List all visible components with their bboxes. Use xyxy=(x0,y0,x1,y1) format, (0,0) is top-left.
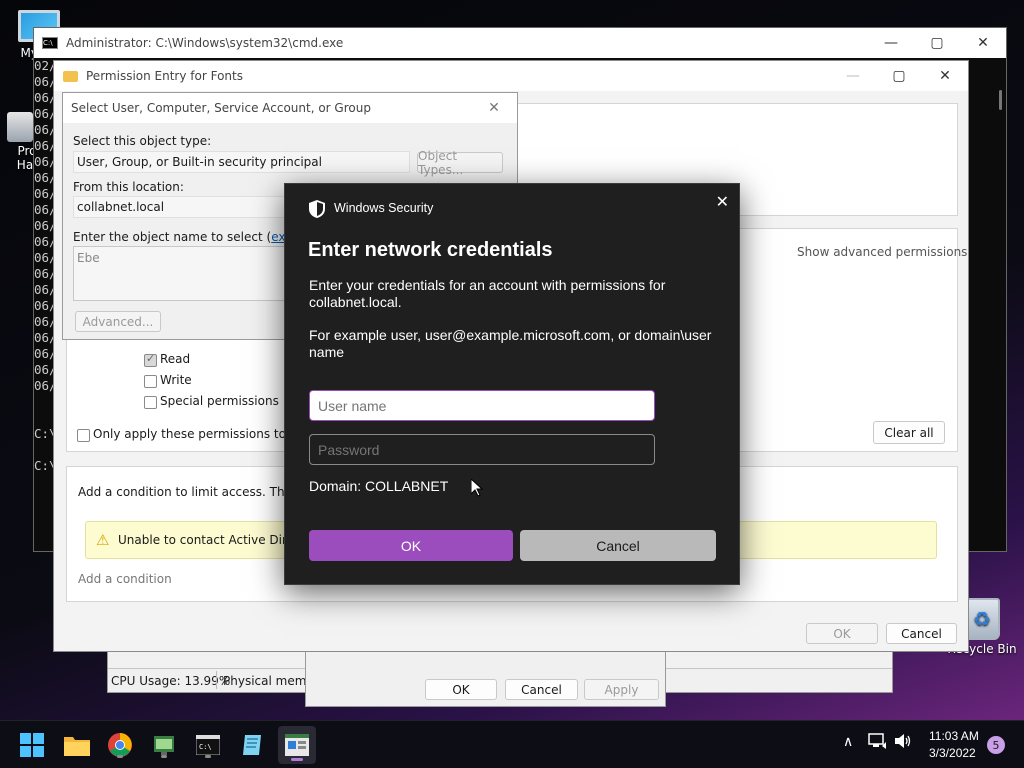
minimize-icon[interactable]: — xyxy=(868,28,914,58)
cmd-scrollbar[interactable] xyxy=(999,90,1002,110)
cmd-icon: C:\ xyxy=(42,37,58,49)
running-indicator xyxy=(291,758,303,761)
running-indicator xyxy=(117,755,123,758)
object-types-button[interactable]: Object Types... xyxy=(417,149,503,177)
status-divider xyxy=(216,671,217,689)
advanced-button[interactable]: Advanced... xyxy=(75,311,161,332)
warning-icon: ⚠ xyxy=(96,531,110,549)
file-explorer-button[interactable] xyxy=(61,729,93,761)
only-apply-label: Only apply these permissions to obje xyxy=(93,427,316,441)
shield-icon xyxy=(309,200,325,218)
write-label: Write xyxy=(160,373,192,387)
running-indicator xyxy=(205,755,211,758)
clear-all-button[interactable]: Clear all xyxy=(873,421,945,444)
network-icon[interactable] xyxy=(868,732,888,753)
mouse-cursor-icon xyxy=(470,477,484,500)
dialog-title: Enter network credentials xyxy=(308,239,553,261)
windows-logo-icon xyxy=(20,733,44,757)
apply-button[interactable]: Apply xyxy=(584,679,659,700)
ok-button[interactable]: OK xyxy=(806,623,878,644)
notepad-button[interactable] xyxy=(236,729,268,761)
server-manager-button[interactable] xyxy=(148,729,180,761)
close-icon[interactable]: ✕ xyxy=(922,61,968,91)
cmd-title: Administrator: C:\Windows\system32\cmd.e… xyxy=(66,36,344,50)
chevron-up-icon[interactable]: ∧ xyxy=(843,734,853,750)
object-type-field: User, Group, or Built-in security princi… xyxy=(73,151,410,173)
object-type-label: Select this object type: xyxy=(73,134,212,148)
terminal-icon: C:\ xyxy=(196,735,220,755)
maximize-icon[interactable]: ▢ xyxy=(876,61,922,91)
security-settings-button[interactable] xyxy=(278,726,316,764)
permission-entry-titlebar[interactable]: Permission Entry for Fonts — ▢ ✕ xyxy=(54,61,968,91)
enter-name-text: Enter the object name to select ( xyxy=(73,230,272,244)
password-input[interactable] xyxy=(309,434,655,465)
location-label: From this location: xyxy=(73,180,184,194)
volume-icon[interactable] xyxy=(894,733,912,752)
dialog-description: Enter your credentials for an account wi… xyxy=(309,277,666,310)
svg-text:C:\: C:\ xyxy=(199,743,212,751)
show-advanced-permissions-link[interactable]: Show advanced permissions xyxy=(797,245,967,259)
server-manager-icon xyxy=(154,736,174,755)
notepad-icon xyxy=(243,735,261,755)
credentials-dialog[interactable]: Windows Security ✕ Enter network credent… xyxy=(284,183,740,585)
dialog-example: For example user, user@example.microsoft… xyxy=(309,327,712,360)
chrome-button[interactable] xyxy=(104,729,136,761)
settings-window-icon xyxy=(285,734,309,756)
object-name-input[interactable]: Ebe xyxy=(73,246,285,301)
cancel-button[interactable]: Cancel xyxy=(520,530,716,561)
add-condition-link[interactable]: Add a condition xyxy=(78,572,172,586)
close-icon[interactable]: ✕ xyxy=(960,28,1006,58)
app-icon xyxy=(7,112,33,142)
physical-memory: Physical memo xyxy=(223,674,314,688)
domain-label: Domain: COLLABNET xyxy=(309,478,449,494)
permission-entry-title: Permission Entry for Fonts xyxy=(86,69,243,83)
only-apply-checkbox[interactable] xyxy=(77,429,90,442)
minimize-icon[interactable]: — xyxy=(830,61,876,91)
start-button[interactable] xyxy=(16,729,48,761)
special-permissions-checkbox[interactable] xyxy=(144,396,157,409)
cancel-button[interactable]: Cancel xyxy=(505,679,578,700)
cmd-titlebar[interactable]: C:\ Administrator: C:\Windows\system32\c… xyxy=(34,28,1006,58)
folder-icon xyxy=(63,70,78,82)
running-indicator xyxy=(161,755,167,758)
recycle-bin-icon xyxy=(964,598,1000,640)
read-checkbox[interactable] xyxy=(144,352,157,367)
read-label: Read xyxy=(160,352,191,366)
select-user-title: Select User, Computer, Service Account, … xyxy=(71,101,371,115)
chrome-icon xyxy=(108,733,132,757)
cmd-taskbar-button[interactable]: C:\ xyxy=(192,729,224,761)
dialog-header: Windows Security xyxy=(334,201,434,215)
close-icon[interactable]: ✕ xyxy=(716,192,729,211)
clock-time[interactable]: 11:03 AM xyxy=(929,729,979,743)
maximize-icon[interactable]: ▢ xyxy=(914,28,960,58)
cpu-usage: CPU Usage: 13.99% xyxy=(111,674,231,688)
cancel-button[interactable]: Cancel xyxy=(886,623,957,644)
write-checkbox[interactable] xyxy=(144,375,157,388)
close-icon[interactable]: ✕ xyxy=(471,93,517,123)
taskbar: C:\ ∧ 11:03 AM 3/3/2022 5 xyxy=(0,720,1024,768)
ok-button[interactable]: OK xyxy=(309,530,513,561)
folder-icon xyxy=(64,737,90,756)
username-input[interactable] xyxy=(309,390,655,421)
clock-date[interactable]: 3/3/2022 xyxy=(929,746,976,760)
properties-dialog: OK Cancel Apply xyxy=(305,650,666,707)
special-permissions-label: Special permissions xyxy=(160,394,279,408)
select-user-titlebar[interactable]: Select User, Computer, Service Account, … xyxy=(63,93,517,123)
ok-button[interactable]: OK xyxy=(425,679,497,700)
notification-badge[interactable]: 5 xyxy=(987,736,1005,754)
